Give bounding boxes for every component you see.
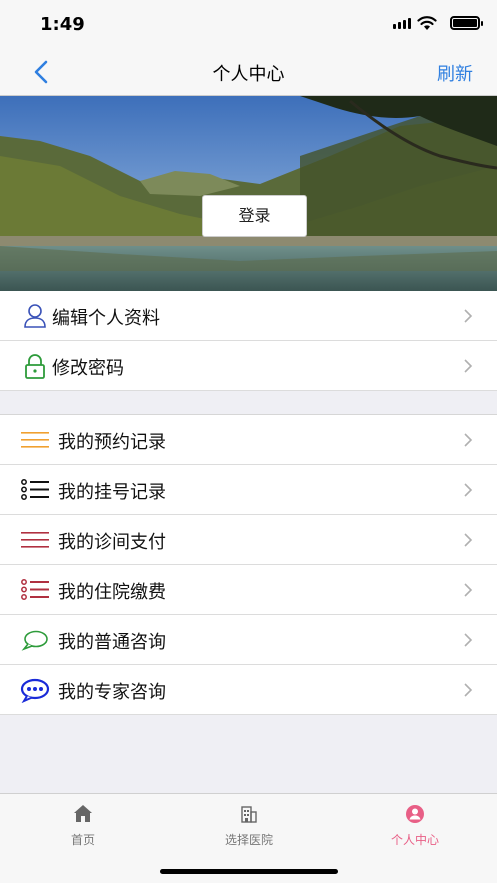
general-consult-row[interactable]: 我的普通咨询: [0, 615, 497, 665]
chevron-right-icon: [464, 309, 473, 323]
chevron-right-icon: [464, 533, 473, 547]
inpatient-payment-label: 我的住院缴费: [58, 582, 166, 603]
home-icon: [74, 805, 92, 822]
chevron-right-icon: [464, 483, 473, 497]
login-button[interactable]: 登录: [202, 195, 307, 237]
status-time: 1:49: [40, 14, 85, 35]
chevron-right-icon: [464, 583, 473, 597]
tab-personal-center[interactable]: 个人中心: [332, 794, 497, 852]
page-title: 个人中心: [212, 64, 285, 85]
chevron-right-icon: [464, 359, 473, 373]
hospital-icon: [241, 806, 257, 823]
clinic-payment-label: 我的诊间支付: [58, 532, 166, 553]
clinic-payment-row[interactable]: 我的诊间支付: [0, 515, 497, 565]
tab-home-label: 首页: [70, 833, 95, 847]
registration-records-row[interactable]: 我的挂号记录: [0, 465, 497, 515]
chat-dots-icon: [20, 678, 50, 703]
inpatient-payment-row[interactable]: 我的住院缴费: [0, 565, 497, 615]
home-indicator: [160, 869, 338, 874]
status-bar: 1:49: [0, 0, 497, 48]
lines-red-icon: [21, 532, 49, 548]
refresh-button[interactable]: 刷新: [437, 60, 473, 86]
profile-banner-image: [0, 96, 497, 291]
chevron-right-icon: [464, 683, 473, 697]
general-consult-label: 我的普通咨询: [58, 632, 166, 653]
lake-landscape-image: [0, 96, 497, 291]
user-circle-icon: [406, 805, 424, 823]
tab-home[interactable]: 首页: [0, 794, 166, 852]
bulleted-list-red-icon: [21, 579, 49, 600]
chevron-right-icon: [464, 633, 473, 647]
nav-bar: 个人中心 刷新: [0, 48, 497, 96]
appointment-records-row[interactable]: 我的预约记录: [0, 415, 497, 465]
change-password-label: 修改密码: [52, 358, 124, 379]
expert-consult-label: 我的专家咨询: [58, 682, 166, 703]
wifi-icon: [417, 16, 437, 30]
lock-icon: [25, 354, 45, 379]
bulleted-list-icon: [21, 479, 49, 500]
change-password-row[interactable]: 修改密码: [0, 341, 497, 391]
registration-records-label: 我的挂号记录: [58, 482, 166, 503]
records-group: 我的预约记录 我的挂号记录 我的诊间支付 我的住院缴费 我的普通咨询 我的专家咨…: [0, 414, 497, 715]
tab-personal-center-label: 个人中心: [390, 833, 439, 847]
profile-settings-group: 编辑个人资料 修改密码: [0, 291, 497, 391]
edit-profile-label: 编辑个人资料: [52, 308, 160, 329]
chevron-right-icon: [464, 433, 473, 447]
expert-consult-row[interactable]: 我的专家咨询: [0, 665, 497, 715]
chat-bubble-icon: [21, 630, 48, 651]
person-outline-icon: [24, 304, 46, 328]
lines-orange-icon: [21, 432, 49, 448]
appointment-records-label: 我的预约记录: [58, 432, 166, 453]
tab-select-hospital-label: 选择医院: [224, 833, 273, 847]
edit-profile-row[interactable]: 编辑个人资料: [0, 291, 497, 341]
battery-icon: [450, 16, 483, 30]
tab-select-hospital[interactable]: 选择医院: [166, 794, 332, 852]
signal-icon: [393, 18, 411, 29]
